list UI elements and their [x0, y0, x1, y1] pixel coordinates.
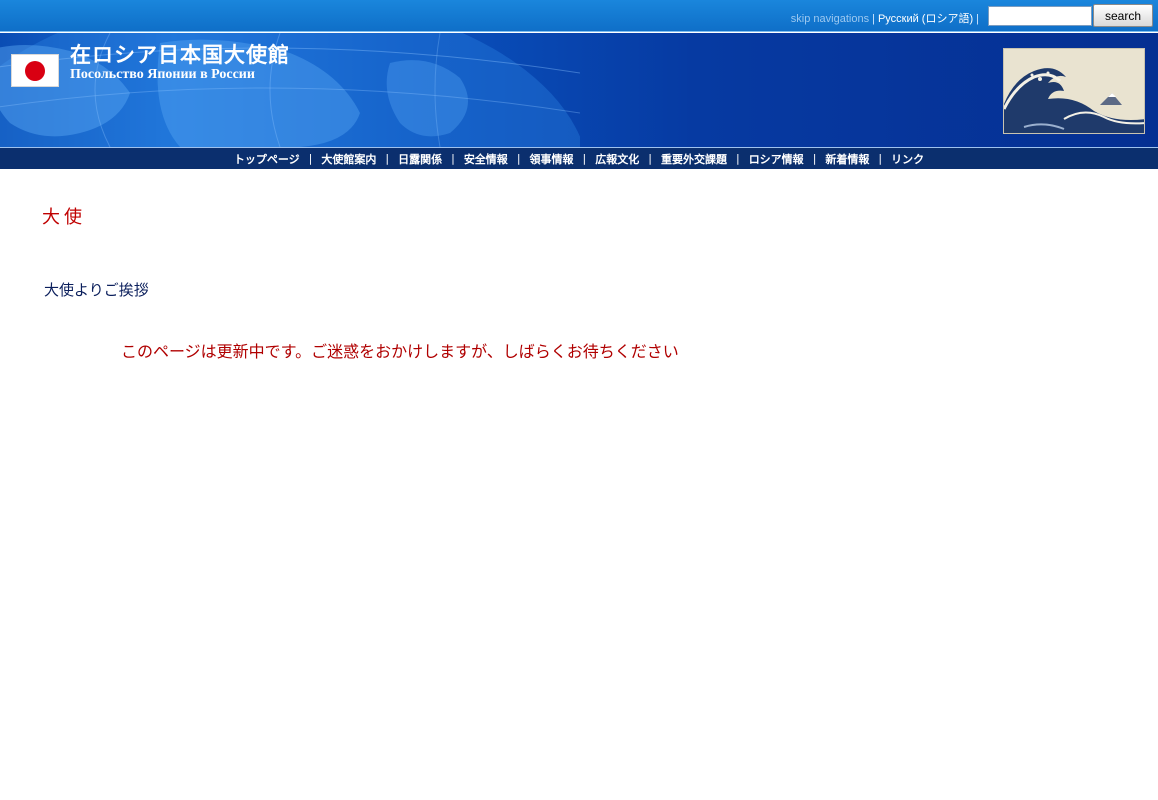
section-heading: 大使よりご挨拶 — [44, 281, 149, 299]
nav-item-japan-russia-relations[interactable]: 日露関係 — [398, 151, 442, 167]
great-wave-image — [1003, 48, 1145, 134]
nav-separator: | — [812, 152, 817, 165]
utility-separator: | — [872, 13, 875, 25]
search-input[interactable] — [988, 6, 1092, 26]
nav-separator: | — [582, 152, 587, 165]
nav-separator: | — [451, 152, 455, 165]
utility-separator: | — [976, 13, 979, 25]
russian-language-link[interactable]: Русский (ロシア語) — [878, 13, 973, 25]
site-subtitle: Посольство Японии в России — [70, 67, 255, 82]
nav-separator: | — [385, 152, 390, 165]
page-title: 大使 — [42, 207, 86, 228]
search-button[interactable]: search — [1093, 4, 1153, 27]
nav-item-links[interactable]: リンク — [891, 151, 924, 167]
nav-item-top-page[interactable]: トップページ — [234, 151, 300, 167]
site-title[interactable]: 在ロシア日本国大使館 — [70, 39, 290, 69]
nav-separator: | — [878, 152, 883, 165]
under-construction-notice: このページは更新中です。ご迷惑をおかけしますが、しばらくお待ちください — [121, 342, 679, 361]
utility-links: skip navigations | Русский (ロシア語) | — [791, 10, 982, 26]
nav-item-russia-info[interactable]: ロシア情報 — [749, 151, 804, 167]
utility-bar: skip navigations | Русский (ロシア語) | search — [0, 0, 1158, 32]
nav-separator: | — [648, 152, 652, 165]
flag-sun-disc — [25, 61, 45, 81]
nav-separator: | — [308, 152, 313, 165]
skip-navigation-link[interactable]: skip navigations — [791, 13, 869, 25]
main-navigation: トップページ | 大使館案内 | 日露関係 | 安全情報 | 領事情報 | 広報… — [0, 147, 1158, 169]
nav-item-diplomatic-issues[interactable]: 重要外交課題 — [661, 151, 727, 167]
site-banner: 在ロシア日本国大使館 Посольство Японии в России — [0, 33, 1158, 147]
nav-separator: | — [516, 152, 521, 165]
nav-item-embassy-guide[interactable]: 大使館案内 — [321, 151, 376, 167]
nav-separator: | — [735, 152, 740, 165]
nav-item-safety-info[interactable]: 安全情報 — [464, 151, 508, 167]
japan-flag-icon — [11, 54, 59, 87]
nav-item-whats-new[interactable]: 新着情報 — [825, 151, 869, 167]
nav-item-consular-info[interactable]: 領事情報 — [530, 151, 574, 167]
nav-item-public-culture[interactable]: 広報文化 — [595, 151, 639, 167]
